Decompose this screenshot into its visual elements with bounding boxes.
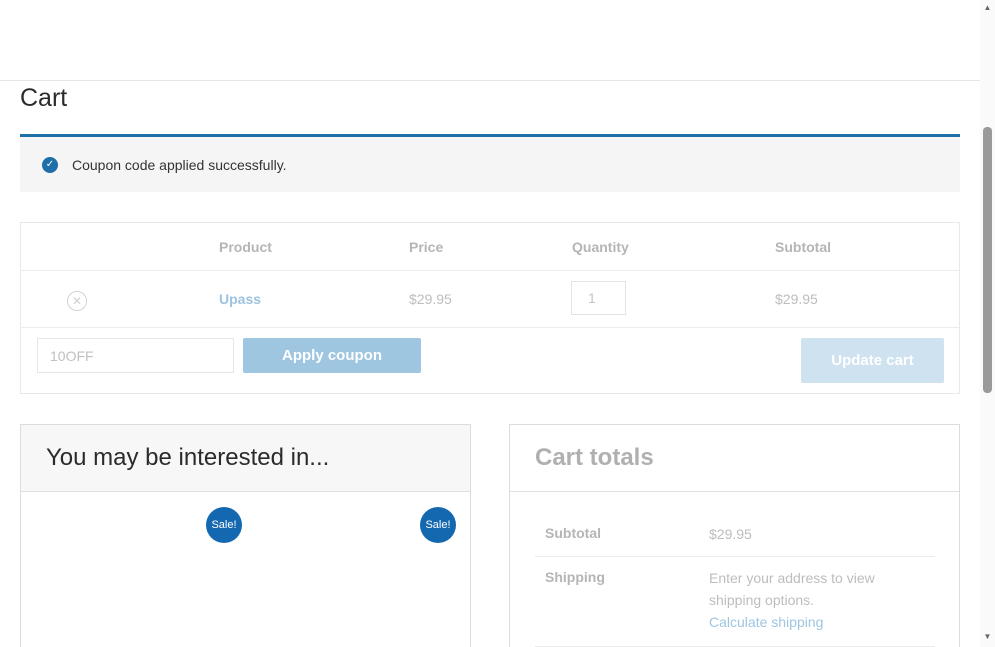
cross-sells-title: You may be interested in... [46,444,330,471]
scroll-down-icon[interactable]: ▼ [982,632,993,643]
cross-sells-panel: You may be interested in... Sale! Sale! [20,424,471,647]
subtotal-row: Subtotal $29.95 [535,513,935,557]
scrollbar-thumb[interactable] [983,127,992,393]
cart-totals-header: Cart totals [510,425,959,492]
sale-badge: Sale! [206,507,242,543]
update-cart-button[interactable]: Update cart [801,338,944,383]
check-circle-icon: ✓ [42,156,58,173]
item-subtotal: $29.95 [775,291,818,307]
page-title: Cart [20,84,68,112]
product-link[interactable]: Upass [219,291,261,307]
success-notice: ✓ Coupon code applied successfully. [20,134,960,192]
apply-coupon-button[interactable]: Apply coupon [243,338,421,373]
header-price: Price [409,239,444,255]
shipping-row: Shipping Enter your address to view ship… [535,557,935,647]
coupon-code-input[interactable]: 10OFF [37,338,234,373]
shipping-text: Enter your address to view shipping opti… [709,570,875,608]
subtotal-value: $29.95 [709,526,752,542]
sale-badge: Sale! [420,507,456,543]
header-product: Product [219,239,272,255]
table-header: Product Price Quantity Subtotal [21,223,959,271]
site-header [0,0,980,81]
shipping-label: Shipping [545,569,605,585]
notice-message: Coupon code applied successfully. [72,156,287,173]
cart-table: Product Price Quantity Subtotal ✕ Upass … [20,222,960,394]
header-quantity: Quantity [572,239,629,255]
cross-sells-header: You may be interested in... [21,425,470,492]
quantity-input[interactable]: 1 [571,281,626,315]
header-subtotal: Subtotal [775,239,831,255]
cart-totals-panel: Cart totals Subtotal $29.95 Shipping Ent… [509,424,960,647]
calculate-shipping-link[interactable]: Calculate shipping [709,611,909,633]
table-row: ✕ Upass $29.95 1 $29.95 [21,271,959,328]
item-price: $29.95 [409,291,452,307]
cart-actions: 10OFF Apply coupon Update cart [21,328,959,394]
subtotal-label: Subtotal [545,525,601,541]
shipping-info: Enter your address to view shipping opti… [709,567,909,633]
remove-item-icon[interactable]: ✕ [67,291,87,311]
cart-totals-title: Cart totals [535,444,654,471]
scroll-up-icon[interactable]: ▲ [982,3,993,14]
